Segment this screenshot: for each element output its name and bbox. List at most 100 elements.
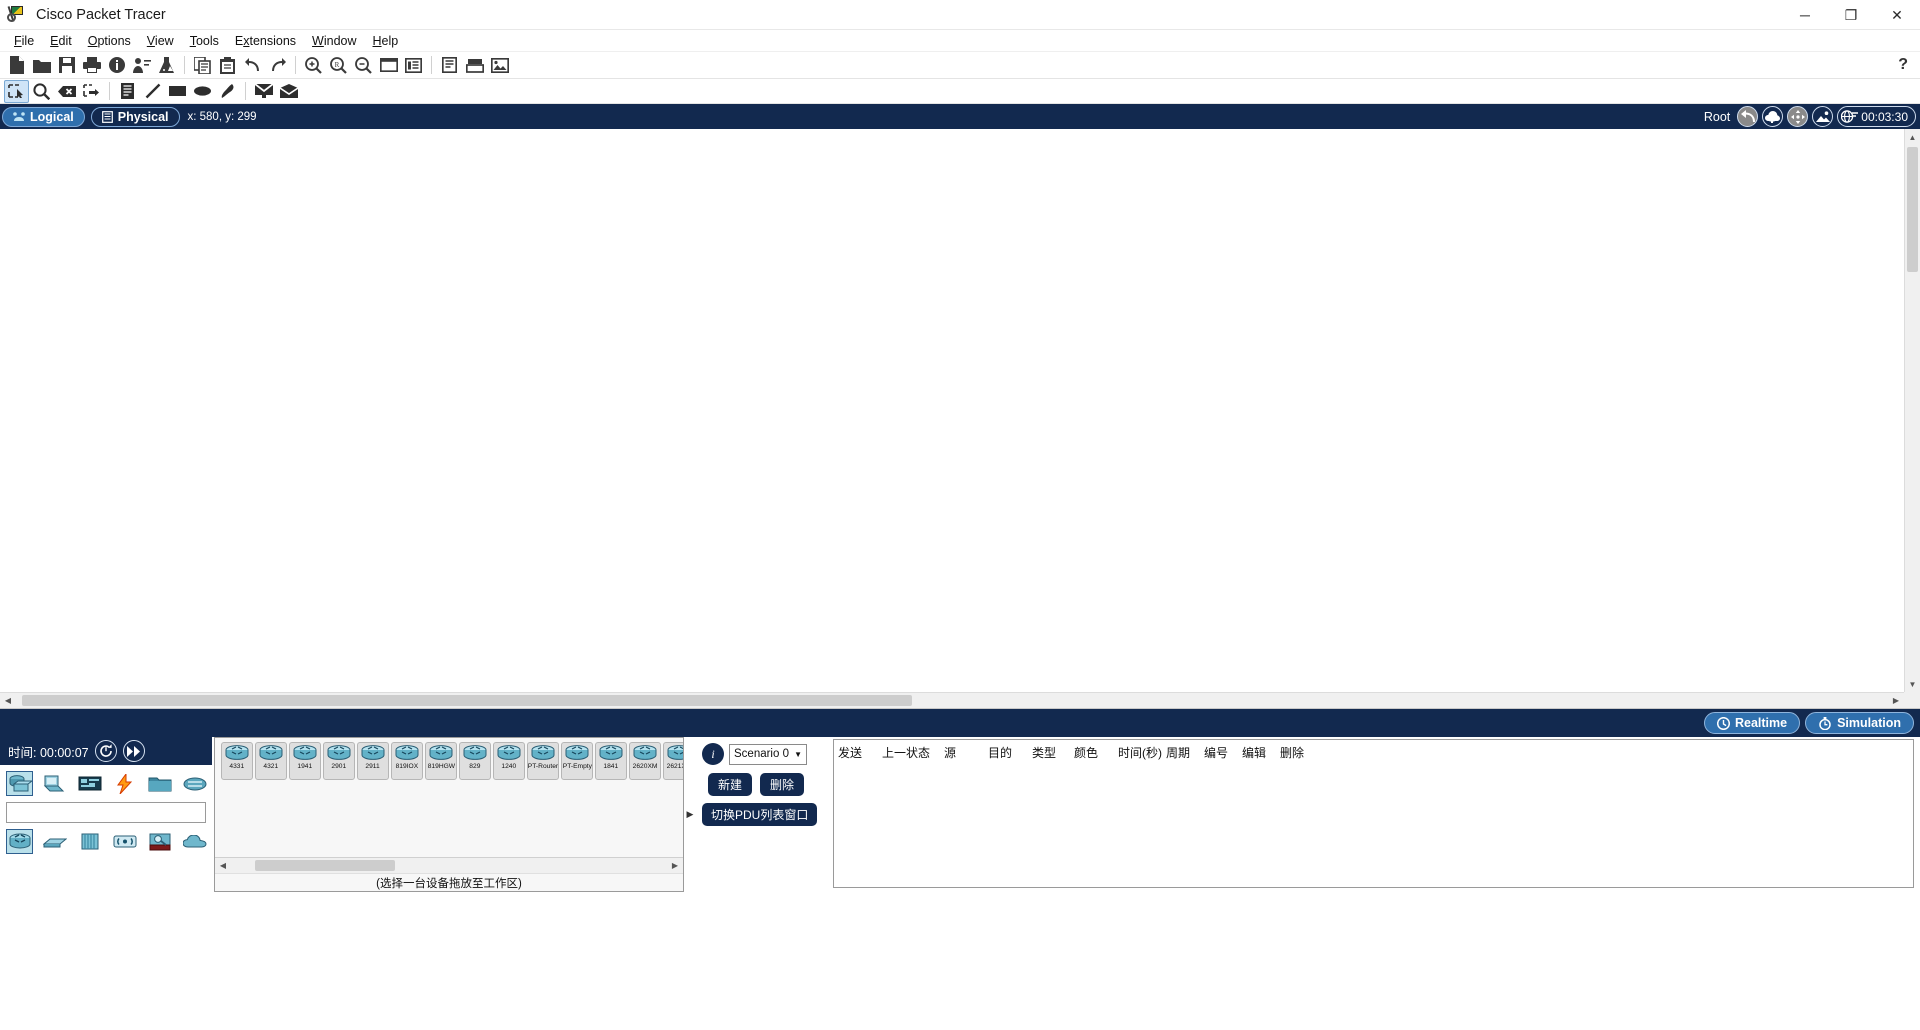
- model-button[interactable]: 819HGW: [425, 742, 457, 780]
- device-model-scroll-area[interactable]: 4331 4321 1941 2901 2911 819IOX 819HGW 8…: [215, 738, 683, 857]
- model-button[interactable]: 819IOX: [391, 742, 423, 780]
- security-icon[interactable]: [146, 829, 173, 854]
- paste-icon[interactable]: [215, 54, 240, 77]
- scroll-right-arrow[interactable]: ▶: [1888, 693, 1904, 709]
- wireless-devices-icon[interactable]: [111, 829, 138, 854]
- undo-icon[interactable]: [240, 54, 265, 77]
- model-button[interactable]: 1941: [289, 742, 321, 780]
- scroll-left-arrow[interactable]: ◀: [0, 693, 16, 709]
- model-button[interactable]: 4331: [221, 742, 253, 780]
- simple-pdu-icon[interactable]: [251, 80, 276, 103]
- horizontal-scroll-thumb[interactable]: [22, 695, 912, 706]
- move-object-icon[interactable]: [1787, 106, 1809, 127]
- draw-ellipse-icon[interactable]: [190, 80, 215, 103]
- hubs-icon[interactable]: [76, 829, 103, 854]
- model-button[interactable]: 2621XM: [663, 742, 683, 780]
- wan-emulation-icon[interactable]: [181, 829, 208, 854]
- menu-extensions[interactable]: Extensions: [227, 31, 304, 51]
- device-list-icon[interactable]: [401, 54, 426, 77]
- lab-flask-icon[interactable]: [154, 54, 179, 77]
- activity-wizard-icon[interactable]: [129, 54, 154, 77]
- scenario-dropdown[interactable]: Scenario 0 ▼: [729, 743, 807, 765]
- menu-view[interactable]: View: [139, 31, 182, 51]
- logical-canvas[interactable]: [0, 129, 1904, 692]
- inspect-tool-icon[interactable]: [29, 80, 54, 103]
- realtime-mode-button[interactable]: Realtime: [1703, 712, 1801, 734]
- palette-window-icon[interactable]: [376, 54, 401, 77]
- zoom-reset-icon[interactable]: R: [326, 54, 351, 77]
- vertical-scrollbar[interactable]: ▲ ▼: [1904, 129, 1920, 692]
- network-devices-icon[interactable]: [6, 771, 33, 796]
- minimize-button[interactable]: ─: [1782, 0, 1828, 30]
- new-cluster-icon[interactable]: [1762, 106, 1784, 127]
- place-note-icon[interactable]: [115, 80, 140, 103]
- model-button[interactable]: 2901: [323, 742, 355, 780]
- zoom-out-icon[interactable]: [351, 54, 376, 77]
- device-search-input[interactable]: [6, 802, 206, 823]
- model-button[interactable]: 2620XM: [629, 742, 661, 780]
- delete-tool-icon[interactable]: [54, 80, 79, 103]
- multiuser-connection-icon[interactable]: [181, 771, 208, 796]
- routers-icon[interactable]: [6, 829, 33, 854]
- model-button[interactable]: PT-Empty: [561, 742, 593, 780]
- countdown-timer[interactable]: 00:03:30: [1837, 106, 1916, 127]
- model-button[interactable]: PT-Router: [527, 742, 559, 780]
- info-icon[interactable]: i: [702, 743, 724, 765]
- power-cycle-devices-icon[interactable]: [94, 740, 117, 762]
- scroll-up-arrow[interactable]: ▲: [1905, 129, 1920, 145]
- menu-file[interactable]: FFileile: [6, 31, 42, 51]
- horizontal-scrollbar[interactable]: ◀ ▶: [0, 692, 1904, 708]
- draw-freeform-icon[interactable]: [215, 80, 240, 103]
- pdu-table-body[interactable]: [834, 764, 1913, 864]
- zoom-in-icon[interactable]: [301, 54, 326, 77]
- model-button[interactable]: 4321: [255, 742, 287, 780]
- models-horizontal-scrollbar[interactable]: ◀ ▶: [215, 857, 683, 873]
- network-info-icon[interactable]: [104, 54, 129, 77]
- new-scenario-button[interactable]: 新建: [708, 773, 753, 796]
- panel-expander-button[interactable]: ▶: [684, 737, 696, 892]
- switches-icon[interactable]: [41, 829, 68, 854]
- vertical-scroll-thumb[interactable]: [1907, 147, 1918, 272]
- tab-logical[interactable]: Logical: [2, 106, 85, 127]
- complex-pdu-icon[interactable]: [276, 80, 301, 103]
- layers-icon[interactable]: [462, 54, 487, 77]
- draw-line-icon[interactable]: [140, 80, 165, 103]
- miscellaneous-icon[interactable]: [146, 771, 173, 796]
- menu-tools[interactable]: Tools: [182, 31, 227, 51]
- components-icon[interactable]: [76, 771, 103, 796]
- models-scroll-right-arrow[interactable]: ▶: [667, 858, 683, 874]
- copy-icon[interactable]: [190, 54, 215, 77]
- print-icon[interactable]: [79, 54, 104, 77]
- models-scroll-left-arrow[interactable]: ◀: [215, 858, 231, 874]
- connections-icon[interactable]: [111, 771, 138, 796]
- model-button[interactable]: 1240: [493, 742, 525, 780]
- select-tool-icon[interactable]: [4, 79, 29, 103]
- menu-help[interactable]: Help: [365, 31, 407, 51]
- simulation-mode-button[interactable]: Simulation: [1805, 712, 1914, 734]
- fast-forward-time-icon[interactable]: [122, 740, 145, 762]
- open-folder-icon[interactable]: [29, 54, 54, 77]
- toggle-pdu-list-window-button[interactable]: 切换PDU列表窗口: [702, 803, 818, 826]
- end-devices-icon[interactable]: [41, 771, 68, 796]
- new-file-icon[interactable]: [4, 54, 29, 77]
- set-tiled-background-icon[interactable]: [1812, 106, 1834, 127]
- background-image-icon[interactable]: [487, 54, 512, 77]
- maximize-button[interactable]: ❐: [1828, 0, 1874, 30]
- model-button[interactable]: 829: [459, 742, 491, 780]
- redo-icon[interactable]: [265, 54, 290, 77]
- delete-scenario-button[interactable]: 删除: [760, 773, 805, 796]
- menu-options[interactable]: Options: [80, 31, 139, 51]
- back-arrow-icon[interactable]: [1737, 106, 1759, 127]
- menu-window[interactable]: Window: [304, 31, 364, 51]
- save-icon[interactable]: [54, 54, 79, 77]
- tab-physical[interactable]: Physical: [90, 106, 180, 127]
- scroll-down-arrow[interactable]: ▼: [1905, 676, 1920, 692]
- workspace[interactable]: ▲ ▼ ◀ ▶: [0, 129, 1920, 709]
- models-scroll-thumb[interactable]: [255, 860, 395, 871]
- model-button[interactable]: 2911: [357, 742, 389, 780]
- resize-shape-icon[interactable]: [79, 80, 104, 103]
- menu-edit[interactable]: Edit: [42, 31, 80, 51]
- notes-panel-icon[interactable]: [437, 54, 462, 77]
- model-button[interactable]: 1841: [595, 742, 627, 780]
- draw-rectangle-icon[interactable]: [165, 80, 190, 103]
